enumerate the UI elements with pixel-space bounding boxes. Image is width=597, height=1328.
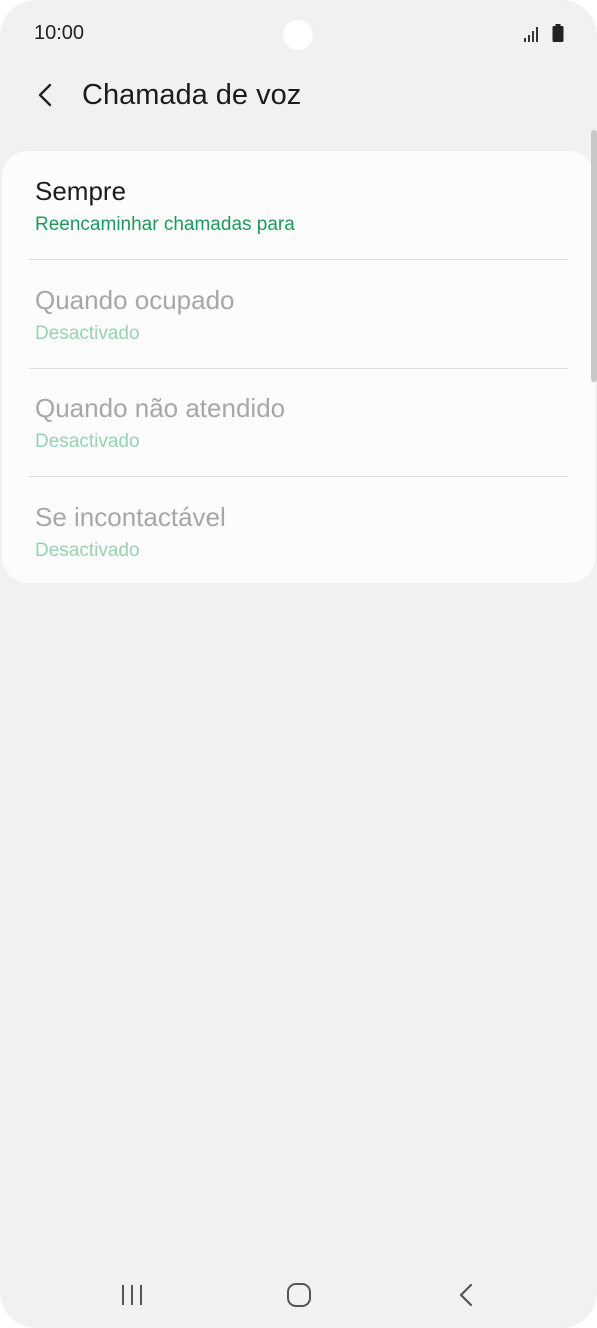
battery-icon — [552, 24, 564, 42]
scrollbar[interactable] — [591, 130, 597, 382]
status-bar: 10:00 — [0, 0, 597, 70]
forwarding-options-card: Sempre Reencaminhar chamadas para Quando… — [2, 151, 595, 583]
home-icon[interactable] — [284, 1281, 314, 1309]
option-title: Sempre — [35, 176, 127, 206]
page-title: Chamada de voz — [82, 79, 302, 111]
option-always[interactable]: Sempre Reencaminhar chamadas para — [2, 151, 595, 259]
option-subtitle: Desactivado — [35, 431, 140, 452]
option-when-busy[interactable]: Quando ocupado Desactivado — [2, 260, 595, 368]
signal-icon — [524, 27, 538, 42]
phone-screen: 10:00 Chamada de voz Sempre Reencaminhar… — [0, 0, 597, 1328]
option-title: Se incontactável — [35, 502, 226, 532]
option-subtitle: Desactivado — [35, 540, 140, 561]
option-when-unreachable[interactable]: Se incontactável Desactivado — [2, 477, 595, 585]
navigation-bar — [0, 1264, 597, 1324]
option-title: Quando ocupado — [35, 285, 235, 315]
back-icon[interactable] — [455, 1280, 477, 1310]
option-subtitle: Reencaminhar chamadas para — [35, 214, 295, 235]
recents-icon[interactable] — [118, 1284, 146, 1306]
option-subtitle: Desactivado — [35, 323, 140, 344]
app-bar: Chamada de voz — [0, 70, 597, 120]
status-time: 10:00 — [34, 22, 85, 44]
option-when-unanswered[interactable]: Quando não atendido Desactivado — [2, 368, 595, 476]
chevron-left-icon[interactable] — [30, 80, 60, 110]
camera-cutout — [283, 20, 313, 50]
option-title: Quando não atendido — [35, 393, 286, 423]
